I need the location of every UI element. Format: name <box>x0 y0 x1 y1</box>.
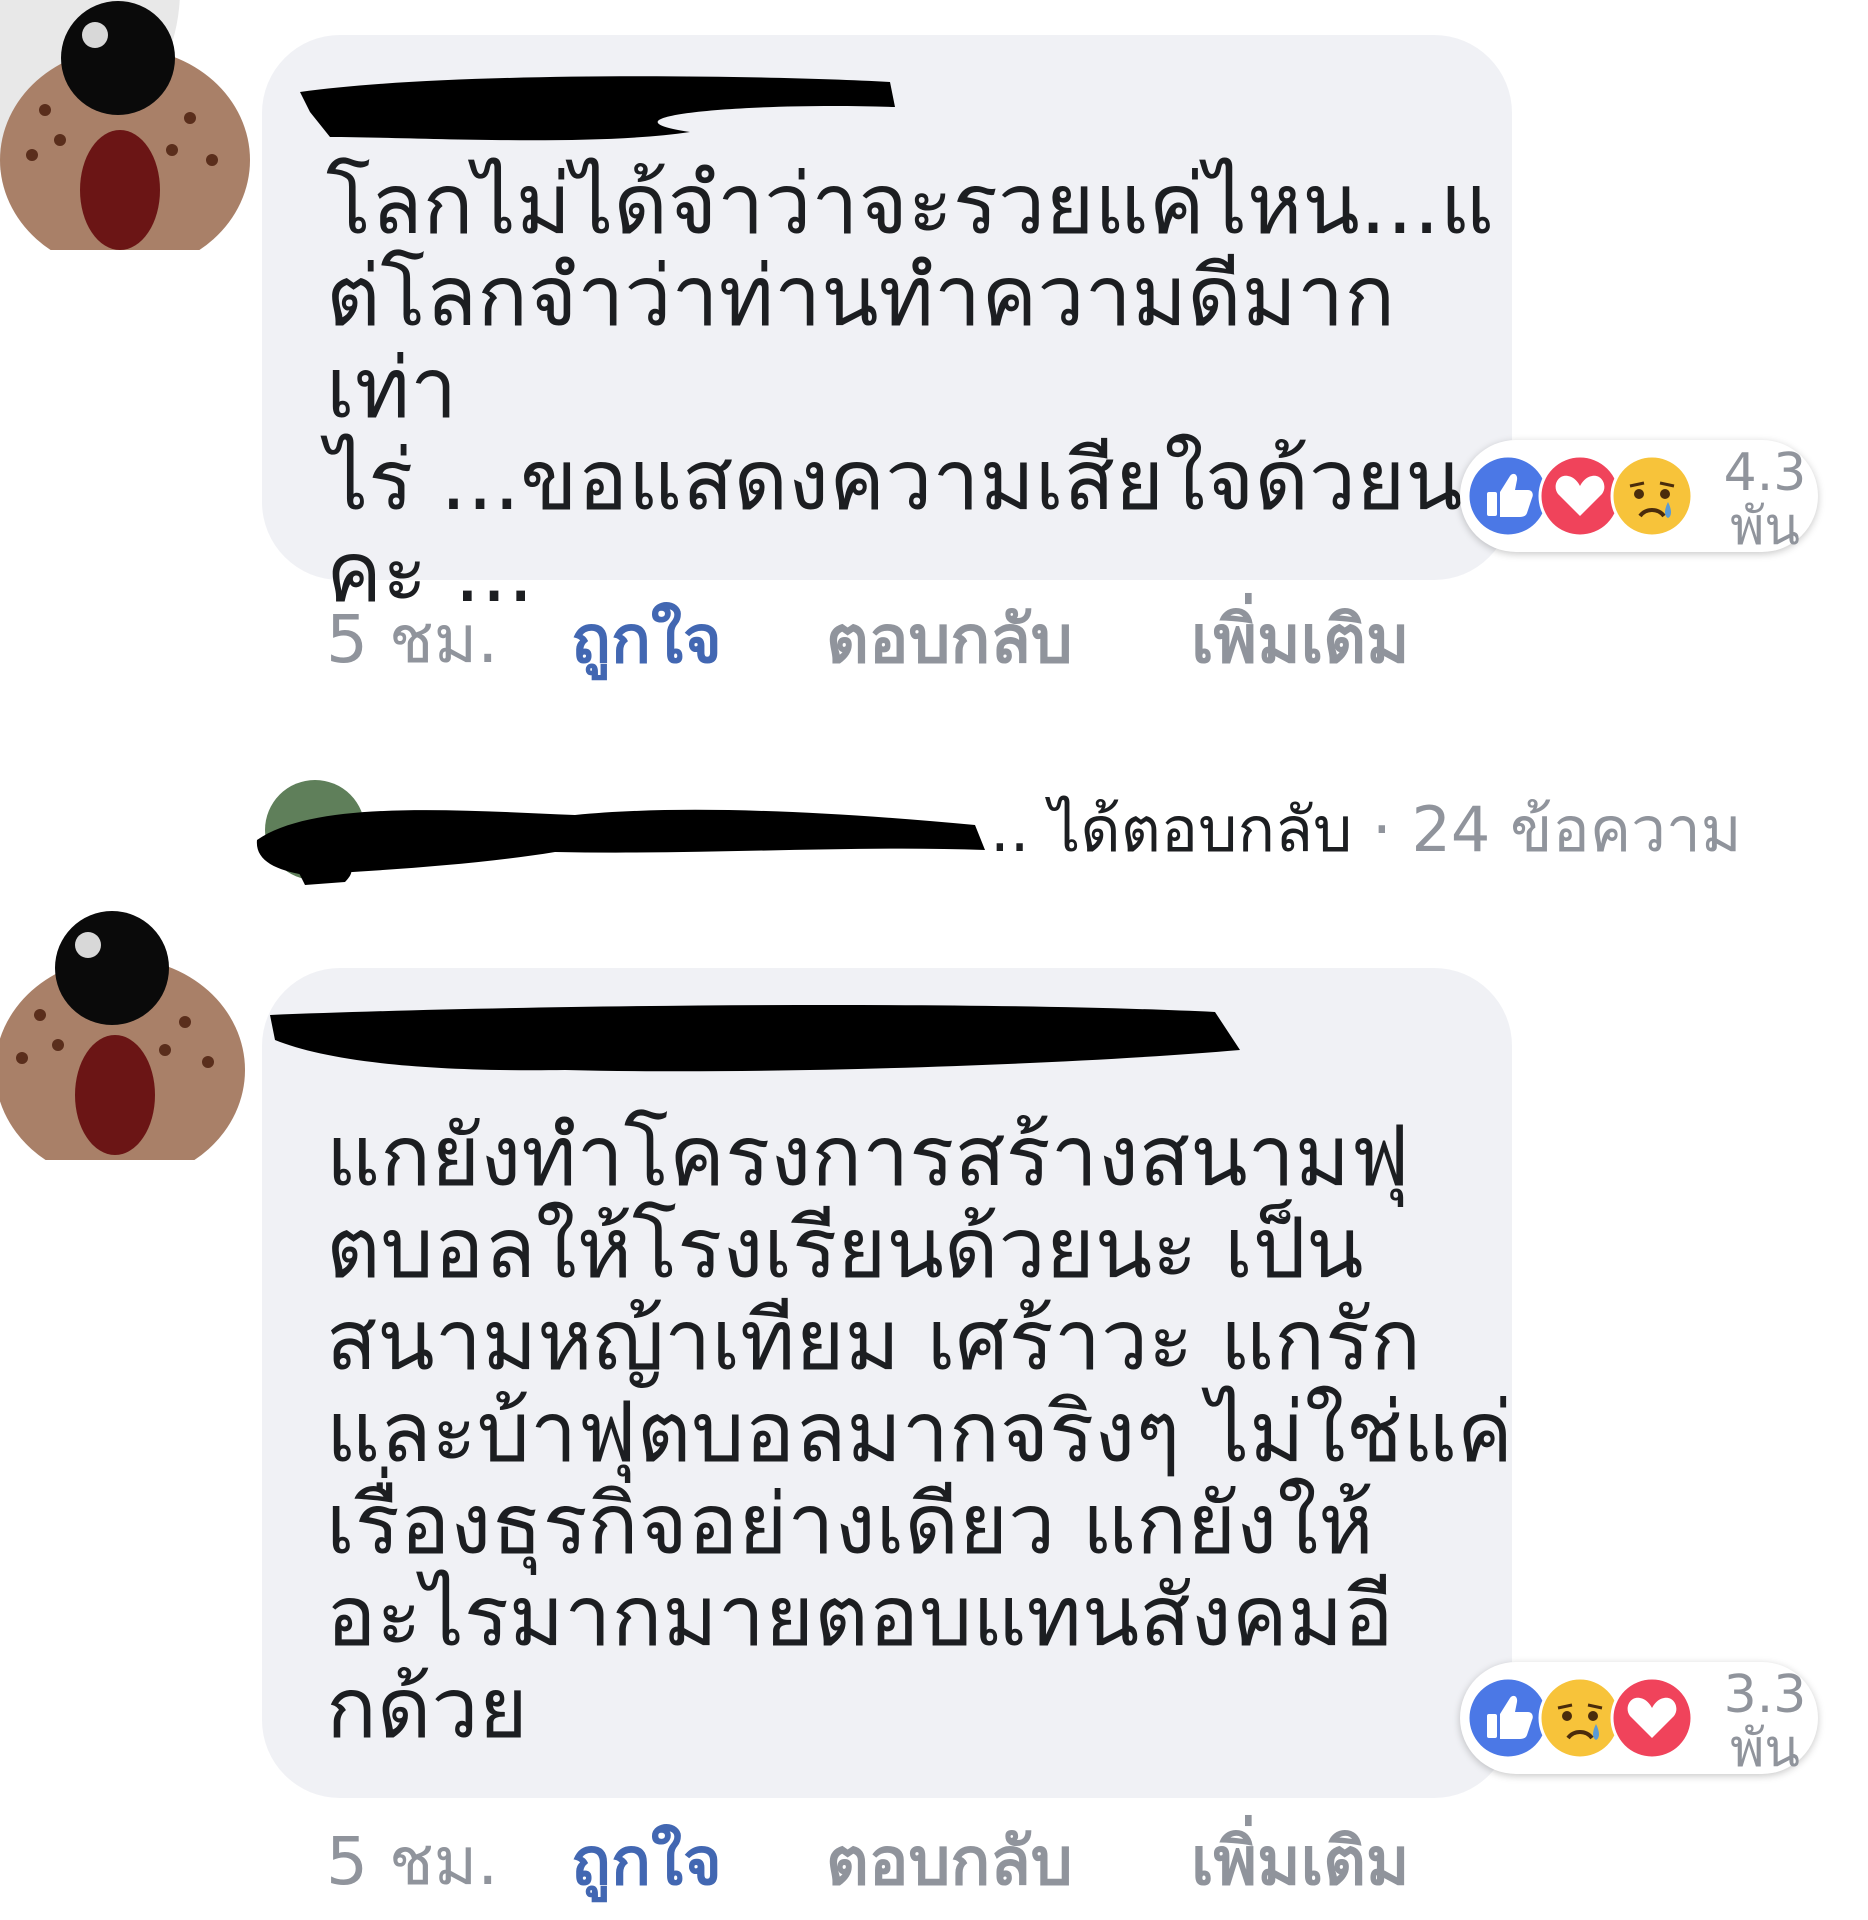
reaction-count-unit: พัน <box>1730 497 1800 557</box>
commenter-avatar[interactable] <box>0 910 250 1160</box>
reply-button[interactable]: ตอบกลับ <box>826 1822 1073 1902</box>
like-button[interactable]: ถูกใจ <box>571 600 722 680</box>
comment-text: โลกไม่ได้จำว่าจะรวยแค่ไหน...แ ต่โลกจำว่า… <box>326 155 1508 621</box>
reply-button[interactable]: ตอบกลับ <box>826 600 1073 680</box>
reaction-summary[interactable]: 4.3 พัน <box>1460 440 1818 554</box>
view-replies-link[interactable]: .. ได้ตอบกลับ · 24 ข้อความ <box>255 770 1815 890</box>
comment-timestamp: 5 ชม. <box>326 1823 499 1900</box>
replies-summary-text[interactable]: .. ได้ตอบกลับ · 24 ข้อความ <box>990 790 1742 870</box>
reaction-count-number: 3.3 <box>1723 1665 1807 1725</box>
sad-reaction-icon <box>1610 454 1694 538</box>
reaction-count-number: 4.3 <box>1723 443 1807 503</box>
reaction-count-unit: พัน <box>1730 1719 1800 1779</box>
love-reaction-icon <box>1610 1676 1694 1760</box>
reaction-count: 3.3 พัน <box>1715 1668 1815 1776</box>
reaction-count: 4.3 พัน <box>1715 446 1815 554</box>
surprised-emoji-avatar-icon <box>0 0 250 250</box>
redacted-replier-name <box>256 780 985 885</box>
redacted-author-name <box>300 76 895 141</box>
replies-action: ได้ตอบกลับ <box>1049 793 1353 866</box>
comment-timestamp: 5 ชม. <box>326 601 499 678</box>
comment-text: แกยังทำโครงการสร้างสนามฟุ ตบอลให้โรงเรีย… <box>326 1107 1514 1757</box>
reaction-summary[interactable]: 3.3 พัน <box>1460 1662 1818 1776</box>
more-button[interactable]: เพิ่มเติม <box>1191 600 1410 680</box>
more-button[interactable]: เพิ่มเติม <box>1191 1822 1410 1902</box>
commenter-avatar[interactable] <box>0 0 250 250</box>
replies-count: 24 ข้อความ <box>1411 793 1742 866</box>
redacted-author-name <box>270 1004 1240 1072</box>
surprised-emoji-avatar-icon <box>0 911 245 1160</box>
replies-separator: · <box>1352 793 1412 866</box>
like-button[interactable]: ถูกใจ <box>571 1822 722 1902</box>
replies-ellipsis: .. <box>990 793 1030 866</box>
